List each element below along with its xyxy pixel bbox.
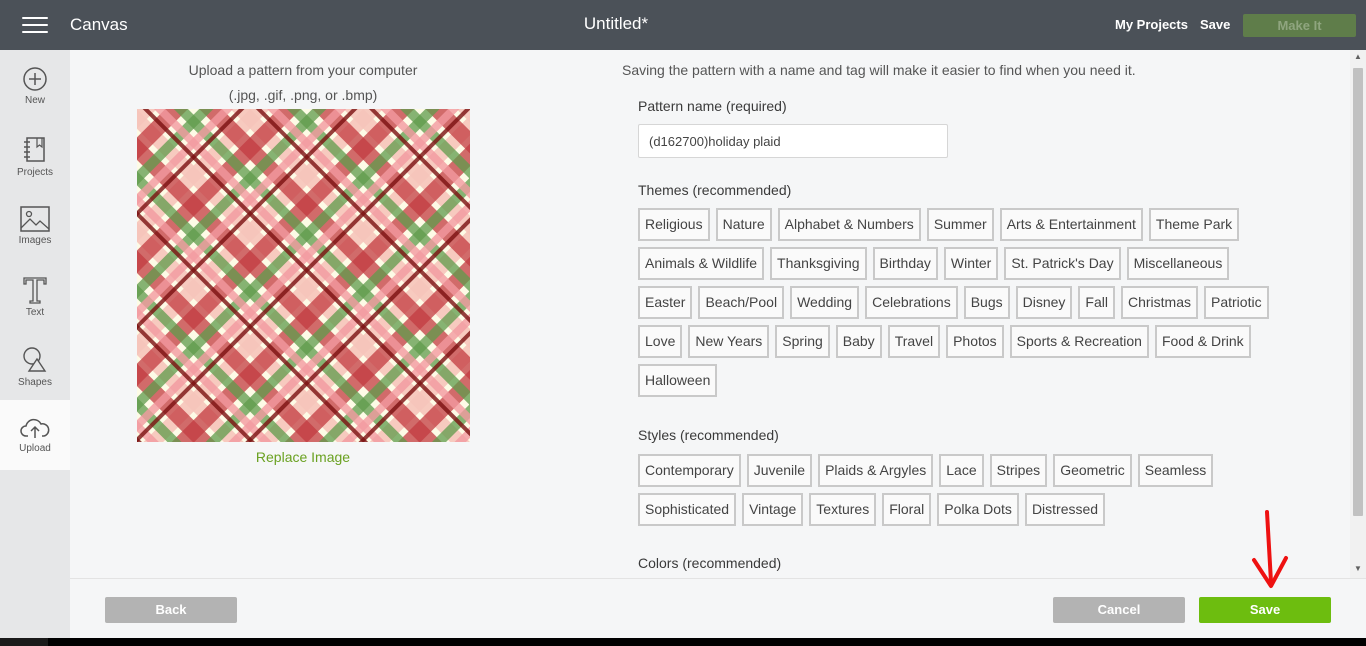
theme-tag[interactable]: Photos (946, 325, 1004, 358)
notebook-icon (24, 137, 45, 162)
theme-tag[interactable]: Nature (715, 208, 772, 241)
scroll-thumb[interactable] (1353, 68, 1363, 516)
theme-tag[interactable]: Food & Drink (1154, 325, 1251, 358)
style-tag[interactable]: Polka Dots (937, 493, 1019, 526)
sidebar-item-shapes[interactable]: Shapes (0, 330, 70, 400)
style-tag[interactable]: Stripes (989, 454, 1048, 487)
style-tag[interactable]: Seamless (1137, 454, 1214, 487)
style-tag[interactable]: Lace (939, 454, 984, 487)
back-button[interactable]: Back (105, 597, 237, 623)
left-sidebar: New Projects Images Text Shapes Upload (0, 50, 70, 638)
pattern-name-input[interactable] (638, 124, 948, 158)
my-projects-link[interactable]: My Projects (1115, 17, 1188, 32)
sidebar-item-text[interactable]: Text (0, 260, 70, 330)
theme-tag[interactable]: Alphabet & Numbers (777, 208, 921, 241)
theme-tag[interactable]: Spring (775, 325, 830, 358)
pattern-preview-image (137, 109, 470, 442)
theme-tag[interactable]: Miscellaneous (1126, 247, 1230, 280)
shapes-icon (23, 347, 47, 372)
top-save-link[interactable]: Save (1200, 17, 1230, 32)
sidebar-item-label: New (24, 95, 45, 106)
colors-label: Colors (recommended) (638, 555, 782, 571)
top-bar: Canvas Untitled* My Projects Save Make I… (0, 0, 1366, 50)
style-tag[interactable]: Distressed (1024, 493, 1106, 526)
theme-tag[interactable]: Beach/Pool (698, 286, 785, 319)
style-tag[interactable]: Juvenile (746, 454, 813, 487)
sidebar-item-new[interactable]: New (0, 50, 70, 120)
sidebar-item-label: Projects (16, 167, 54, 178)
style-tag[interactable]: Geometric (1053, 454, 1132, 487)
theme-tag[interactable]: Bugs (963, 286, 1010, 319)
vertical-scrollbar[interactable]: ▲ ▼ (1350, 50, 1366, 578)
sidebar-item-label: Shapes (18, 377, 52, 388)
cancel-button[interactable]: Cancel (1053, 597, 1185, 623)
image-icon (20, 206, 50, 232)
theme-tag[interactable]: Baby (835, 325, 882, 358)
sidebar-item-label: Text (25, 307, 45, 318)
theme-tag[interactable]: Wedding (790, 286, 860, 319)
theme-tag[interactable]: Thanksgiving (770, 247, 867, 280)
sidebar-item-projects[interactable]: Projects (0, 120, 70, 190)
style-tag[interactable]: Floral (882, 493, 932, 526)
themes-label: Themes (recommended) (638, 182, 792, 198)
upload-instructions: Upload a pattern from your computer (188, 62, 418, 78)
style-tag[interactable]: Vintage (742, 493, 804, 526)
theme-tag[interactable]: Christmas (1120, 286, 1198, 319)
theme-tag[interactable]: Birthday (872, 247, 938, 280)
pattern-name-label: Pattern name (required) (638, 98, 787, 114)
theme-tag[interactable]: Arts & Entertainment (999, 208, 1143, 241)
style-tag[interactable]: Plaids & Argyles (818, 454, 934, 487)
plus-circle-icon (23, 67, 47, 91)
sidebar-item-label: Images (18, 235, 52, 246)
theme-tag[interactable]: Summer (926, 208, 994, 241)
style-tag[interactable]: Textures (809, 493, 877, 526)
theme-tag[interactable]: Disney (1015, 286, 1073, 319)
theme-tag[interactable]: Sports & Recreation (1009, 325, 1149, 358)
cloud-upload-icon (20, 418, 50, 438)
make-it-button[interactable]: Make It (1243, 14, 1356, 37)
annotation-arrow-icon (1252, 510, 1288, 588)
theme-tag[interactable]: Travel (887, 325, 941, 358)
theme-tag[interactable]: Animals & Wildlife (638, 247, 765, 280)
styles-label: Styles (recommended) (638, 427, 779, 443)
theme-tag[interactable]: New Years (688, 325, 770, 358)
os-taskbar (0, 638, 1366, 646)
theme-tag[interactable]: Patriotic (1204, 286, 1269, 319)
theme-tag[interactable]: Fall (1078, 286, 1115, 319)
save-button[interactable]: Save (1199, 597, 1331, 623)
theme-tag[interactable]: St. Patrick's Day (1004, 247, 1121, 280)
theme-tag[interactable]: Celebrations (865, 286, 958, 319)
upload-pattern-panel: Upload a pattern from your computer (.jp… (70, 50, 1350, 578)
upload-file-types: (.jpg, .gif, .png, or .bmp) (228, 87, 378, 103)
scroll-down-arrow-icon[interactable]: ▼ (1350, 562, 1366, 576)
replace-image-link[interactable]: Replace Image (70, 449, 536, 465)
text-icon (23, 277, 47, 304)
theme-tag[interactable]: Halloween (638, 364, 718, 397)
theme-tag[interactable]: Theme Park (1148, 208, 1240, 241)
style-tag[interactable]: Sophisticated (638, 493, 737, 526)
sidebar-item-images[interactable]: Images (0, 190, 70, 260)
style-tag[interactable]: Contemporary (638, 454, 741, 487)
theme-tag[interactable]: Easter (638, 286, 693, 319)
sidebar-item-upload[interactable]: Upload (0, 400, 70, 470)
theme-tag[interactable]: Religious (638, 208, 710, 241)
theme-tag[interactable]: Love (638, 325, 683, 358)
save-hint-text: Saving the pattern with a name and tag w… (622, 62, 1136, 78)
sidebar-item-label: Upload (19, 443, 51, 454)
document-title[interactable]: Untitled* (0, 14, 1232, 34)
scroll-up-arrow-icon[interactable]: ▲ (1350, 50, 1366, 64)
styles-tag-list: Contemporary Juvenile Plaids & Argyles Lace… (638, 454, 1278, 532)
theme-tag[interactable]: Winter (943, 247, 999, 280)
themes-tag-list: Religious Nature Alphabet & Numbers Summer A… (638, 208, 1278, 403)
footer-bar: Back Cancel Save (70, 578, 1366, 638)
